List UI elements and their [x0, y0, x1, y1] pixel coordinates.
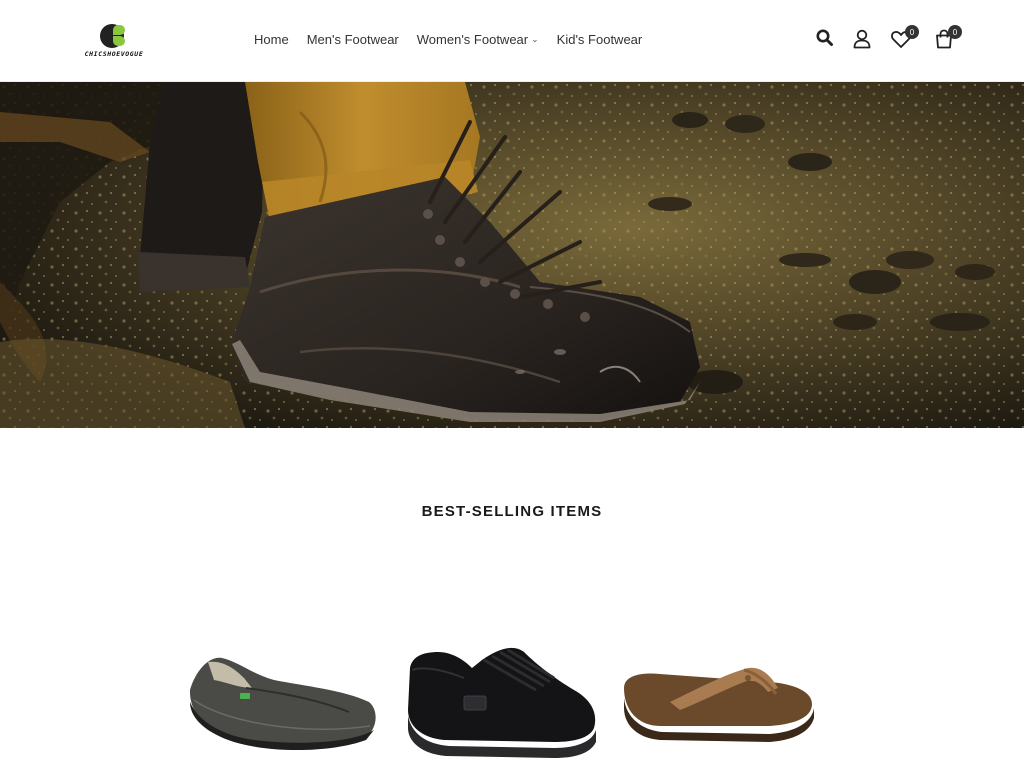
- account-button[interactable]: [851, 28, 873, 50]
- cart-count-badge: 0: [948, 25, 962, 39]
- user-icon: [853, 29, 871, 49]
- wishlist-count-badge: 0: [905, 25, 919, 39]
- product-image: [189, 657, 376, 751]
- nav-home[interactable]: Home: [254, 32, 289, 47]
- cart-button[interactable]: 0: [933, 25, 962, 50]
- product-image: [408, 647, 596, 758]
- best-selling-products: [0, 630, 1024, 768]
- product-card[interactable]: [620, 630, 816, 768]
- best-selling-title: BEST-SELLING ITEMS: [421, 503, 603, 520]
- nav-womens-footwear[interactable]: Women's Footwear ⌄: [417, 32, 539, 47]
- product-card[interactable]: [184, 630, 380, 768]
- logo-mark-icon: [100, 24, 128, 48]
- site-header: CHICSHOEVOGUE Home Men's Footwear Women'…: [0, 0, 1024, 82]
- nav-mens-footwear-label: Men's Footwear: [306, 32, 399, 47]
- wishlist-button[interactable]: 0: [890, 25, 919, 50]
- product-card[interactable]: [404, 630, 600, 768]
- hero-banner: [0, 82, 1024, 428]
- nav-mens-footwear[interactable]: Men's Footwear: [307, 32, 399, 47]
- search-icon: [816, 29, 833, 46]
- chevron-down-icon: ⌄: [531, 34, 539, 44]
- nav-kids-footwear-label: Kid's Footwear: [556, 32, 643, 47]
- search-button[interactable]: [815, 28, 837, 50]
- site-logo[interactable]: CHICSHOEVOGUE: [74, 24, 154, 58]
- product-image: [624, 667, 814, 742]
- nav-womens-footwear-label: Women's Footwear: [416, 32, 529, 47]
- nav-home-label: Home: [254, 32, 289, 47]
- logo-text: CHICSHOEVOGUE: [84, 50, 144, 58]
- hero-image: [0, 82, 1024, 428]
- nav-kids-footwear[interactable]: Kid's Footwear: [557, 32, 643, 47]
- main-nav: Home Men's Footwear Women's Footwear ⌄ Ki…: [254, 32, 660, 47]
